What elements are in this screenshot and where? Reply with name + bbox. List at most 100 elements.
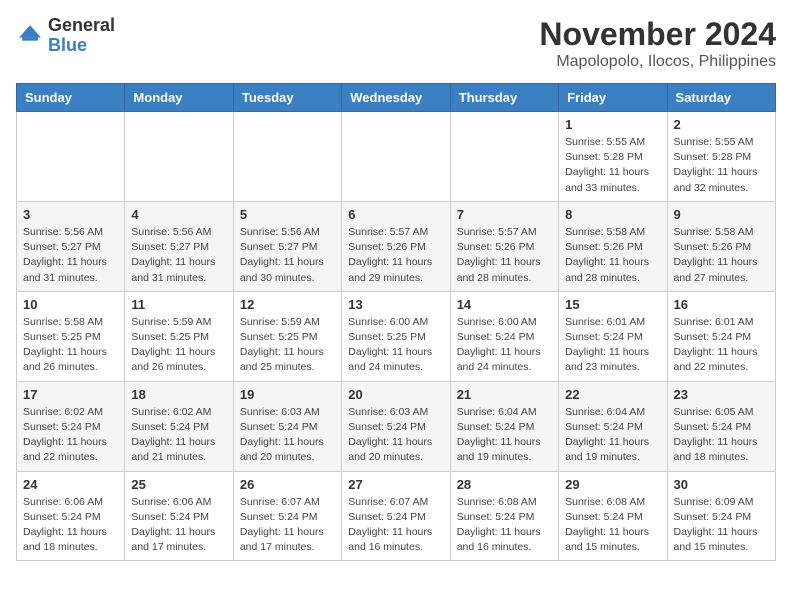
logo-general: General [48,15,115,35]
day-info: Sunrise: 6:00 AM Sunset: 5:24 PM Dayligh… [457,315,552,376]
day-info: Sunrise: 6:06 AM Sunset: 5:24 PM Dayligh… [131,495,226,556]
day-info: Sunrise: 6:08 AM Sunset: 5:24 PM Dayligh… [565,495,660,556]
logo-icon [16,22,44,50]
calendar-cell: 16 Sunrise: 6:01 AM Sunset: 5:24 PM Dayli… [667,291,775,381]
calendar-cell: 23Sunrise: 6:05 AM Sunset: 5:24 PM Dayli… [667,381,775,471]
day-info: Sunrise: 6:05 AM Sunset: 5:24 PM Dayligh… [674,405,769,466]
day-number: 24 [23,477,118,492]
day-info: Sunrise: 5:56 AM Sunset: 5:27 PM Dayligh… [131,225,226,286]
day-number: 11 [131,297,226,312]
calendar-week-row: 24 Sunrise: 6:06 AM Sunset: 5:24 PM Dayli… [17,471,776,561]
day-number: 6 [348,207,443,222]
day-number: 2 [674,117,769,132]
logo-blue: Blue [48,35,87,55]
calendar-cell: 25Sunrise: 6:06 AM Sunset: 5:24 PM Dayli… [125,471,233,561]
calendar-cell: 20 Sunrise: 6:03 AM Sunset: 5:24 PM Dayli… [342,381,450,471]
day-info: Sunrise: 6:04 AM Sunset: 5:24 PM Dayligh… [457,405,552,466]
day-info: Sunrise: 5:58 AM Sunset: 5:26 PM Dayligh… [674,225,769,286]
weekday-header: Thursday [450,84,558,112]
day-info: Sunrise: 6:02 AM Sunset: 5:24 PM Dayligh… [23,405,118,466]
day-number: 20 [348,387,443,402]
calendar-cell: 1 Sunrise: 5:55 AM Sunset: 5:28 PM Daylig… [559,112,667,202]
day-info: Sunrise: 6:01 AM Sunset: 5:24 PM Dayligh… [565,315,660,376]
calendar-cell: 13Sunrise: 6:00 AM Sunset: 5:25 PM Dayli… [342,291,450,381]
title-block: November 2024 Mapolopolo, Ilocos, Philip… [539,16,776,71]
day-number: 4 [131,207,226,222]
calendar-cell: 15 Sunrise: 6:01 AM Sunset: 5:24 PM Dayli… [559,291,667,381]
day-info: Sunrise: 6:07 AM Sunset: 5:24 PM Dayligh… [348,495,443,556]
day-number: 14 [457,297,552,312]
calendar-cell: 17 Sunrise: 6:02 AM Sunset: 5:24 PM Dayli… [17,381,125,471]
day-info: Sunrise: 5:59 AM Sunset: 5:25 PM Dayligh… [131,315,226,376]
day-number: 27 [348,477,443,492]
calendar-cell: 29 Sunrise: 6:08 AM Sunset: 5:24 PM Dayli… [559,471,667,561]
month-title: November 2024 [539,16,776,53]
day-info: Sunrise: 5:55 AM Sunset: 5:28 PM Dayligh… [674,135,769,196]
weekday-header: Saturday [667,84,775,112]
calendar-cell: 14 Sunrise: 6:00 AM Sunset: 5:24 PM Dayli… [450,291,558,381]
day-info: Sunrise: 6:01 AM Sunset: 5:24 PM Dayligh… [674,315,769,376]
day-number: 8 [565,207,660,222]
day-info: Sunrise: 5:58 AM Sunset: 5:25 PM Dayligh… [23,315,118,376]
calendar-cell: 26Sunrise: 6:07 AM Sunset: 5:24 PM Dayli… [233,471,341,561]
calendar-cell: 24 Sunrise: 6:06 AM Sunset: 5:24 PM Dayli… [17,471,125,561]
calendar-cell: 7 Sunrise: 5:57 AM Sunset: 5:26 PM Daylig… [450,201,558,291]
calendar-cell: 18 Sunrise: 6:02 AM Sunset: 5:24 PM Dayli… [125,381,233,471]
calendar-cell: 5 Sunrise: 5:56 AM Sunset: 5:27 PM Daylig… [233,201,341,291]
day-number: 5 [240,207,335,222]
calendar-cell: 11 Sunrise: 5:59 AM Sunset: 5:25 PM Dayli… [125,291,233,381]
day-number: 26 [240,477,335,492]
logo: General Blue [16,16,115,56]
day-info: Sunrise: 5:56 AM Sunset: 5:27 PM Dayligh… [240,225,335,286]
day-info: Sunrise: 5:55 AM Sunset: 5:28 PM Dayligh… [565,135,660,196]
day-number: 1 [565,117,660,132]
day-number: 3 [23,207,118,222]
day-number: 21 [457,387,552,402]
calendar-cell: 4 Sunrise: 5:56 AM Sunset: 5:27 PM Daylig… [125,201,233,291]
weekday-header: Tuesday [233,84,341,112]
day-number: 22 [565,387,660,402]
calendar-week-row: 17 Sunrise: 6:02 AM Sunset: 5:24 PM Dayli… [17,381,776,471]
day-info: Sunrise: 6:03 AM Sunset: 5:24 PM Dayligh… [348,405,443,466]
calendar-cell: 22 Sunrise: 6:04 AM Sunset: 5:24 PM Dayli… [559,381,667,471]
calendar-cell [125,112,233,202]
weekday-header: Monday [125,84,233,112]
calendar-table: SundayMondayTuesdayWednesdayThursdayFrid… [16,83,776,561]
calendar-week-row: 10 Sunrise: 5:58 AM Sunset: 5:25 PM Dayli… [17,291,776,381]
calendar-week-row: 1 Sunrise: 5:55 AM Sunset: 5:28 PM Daylig… [17,112,776,202]
weekday-header: Sunday [17,84,125,112]
calendar-cell: 2 Sunrise: 5:55 AM Sunset: 5:28 PM Daylig… [667,112,775,202]
day-info: Sunrise: 6:02 AM Sunset: 5:24 PM Dayligh… [131,405,226,466]
calendar-week-row: 3 Sunrise: 5:56 AM Sunset: 5:27 PM Daylig… [17,201,776,291]
calendar-cell: 30Sunrise: 6:09 AM Sunset: 5:24 PM Dayli… [667,471,775,561]
day-info: Sunrise: 6:06 AM Sunset: 5:24 PM Dayligh… [23,495,118,556]
day-number: 12 [240,297,335,312]
day-number: 13 [348,297,443,312]
day-number: 15 [565,297,660,312]
calendar-cell: 21 Sunrise: 6:04 AM Sunset: 5:24 PM Dayli… [450,381,558,471]
day-info: Sunrise: 5:57 AM Sunset: 5:26 PM Dayligh… [348,225,443,286]
day-info: Sunrise: 5:57 AM Sunset: 5:26 PM Dayligh… [457,225,552,286]
day-number: 10 [23,297,118,312]
calendar-cell [17,112,125,202]
day-number: 18 [131,387,226,402]
calendar-cell: 28Sunrise: 6:08 AM Sunset: 5:24 PM Dayli… [450,471,558,561]
calendar-cell: 6 Sunrise: 5:57 AM Sunset: 5:26 PM Daylig… [342,201,450,291]
day-info: Sunrise: 5:59 AM Sunset: 5:25 PM Dayligh… [240,315,335,376]
calendar-cell [233,112,341,202]
calendar-cell: 3 Sunrise: 5:56 AM Sunset: 5:27 PM Daylig… [17,201,125,291]
day-number: 17 [23,387,118,402]
day-info: Sunrise: 5:56 AM Sunset: 5:27 PM Dayligh… [23,225,118,286]
day-info: Sunrise: 6:03 AM Sunset: 5:24 PM Dayligh… [240,405,335,466]
day-number: 16 [674,297,769,312]
page-header: General Blue November 2024 Mapolopolo, I… [16,16,776,71]
day-info: Sunrise: 5:58 AM Sunset: 5:26 PM Dayligh… [565,225,660,286]
weekday-header: Wednesday [342,84,450,112]
day-number: 9 [674,207,769,222]
day-info: Sunrise: 6:04 AM Sunset: 5:24 PM Dayligh… [565,405,660,466]
day-info: Sunrise: 6:08 AM Sunset: 5:24 PM Dayligh… [457,495,552,556]
calendar-cell: 12 Sunrise: 5:59 AM Sunset: 5:25 PM Dayli… [233,291,341,381]
calendar-header-row: SundayMondayTuesdayWednesdayThursdayFrid… [17,84,776,112]
day-number: 7 [457,207,552,222]
day-number: 29 [565,477,660,492]
